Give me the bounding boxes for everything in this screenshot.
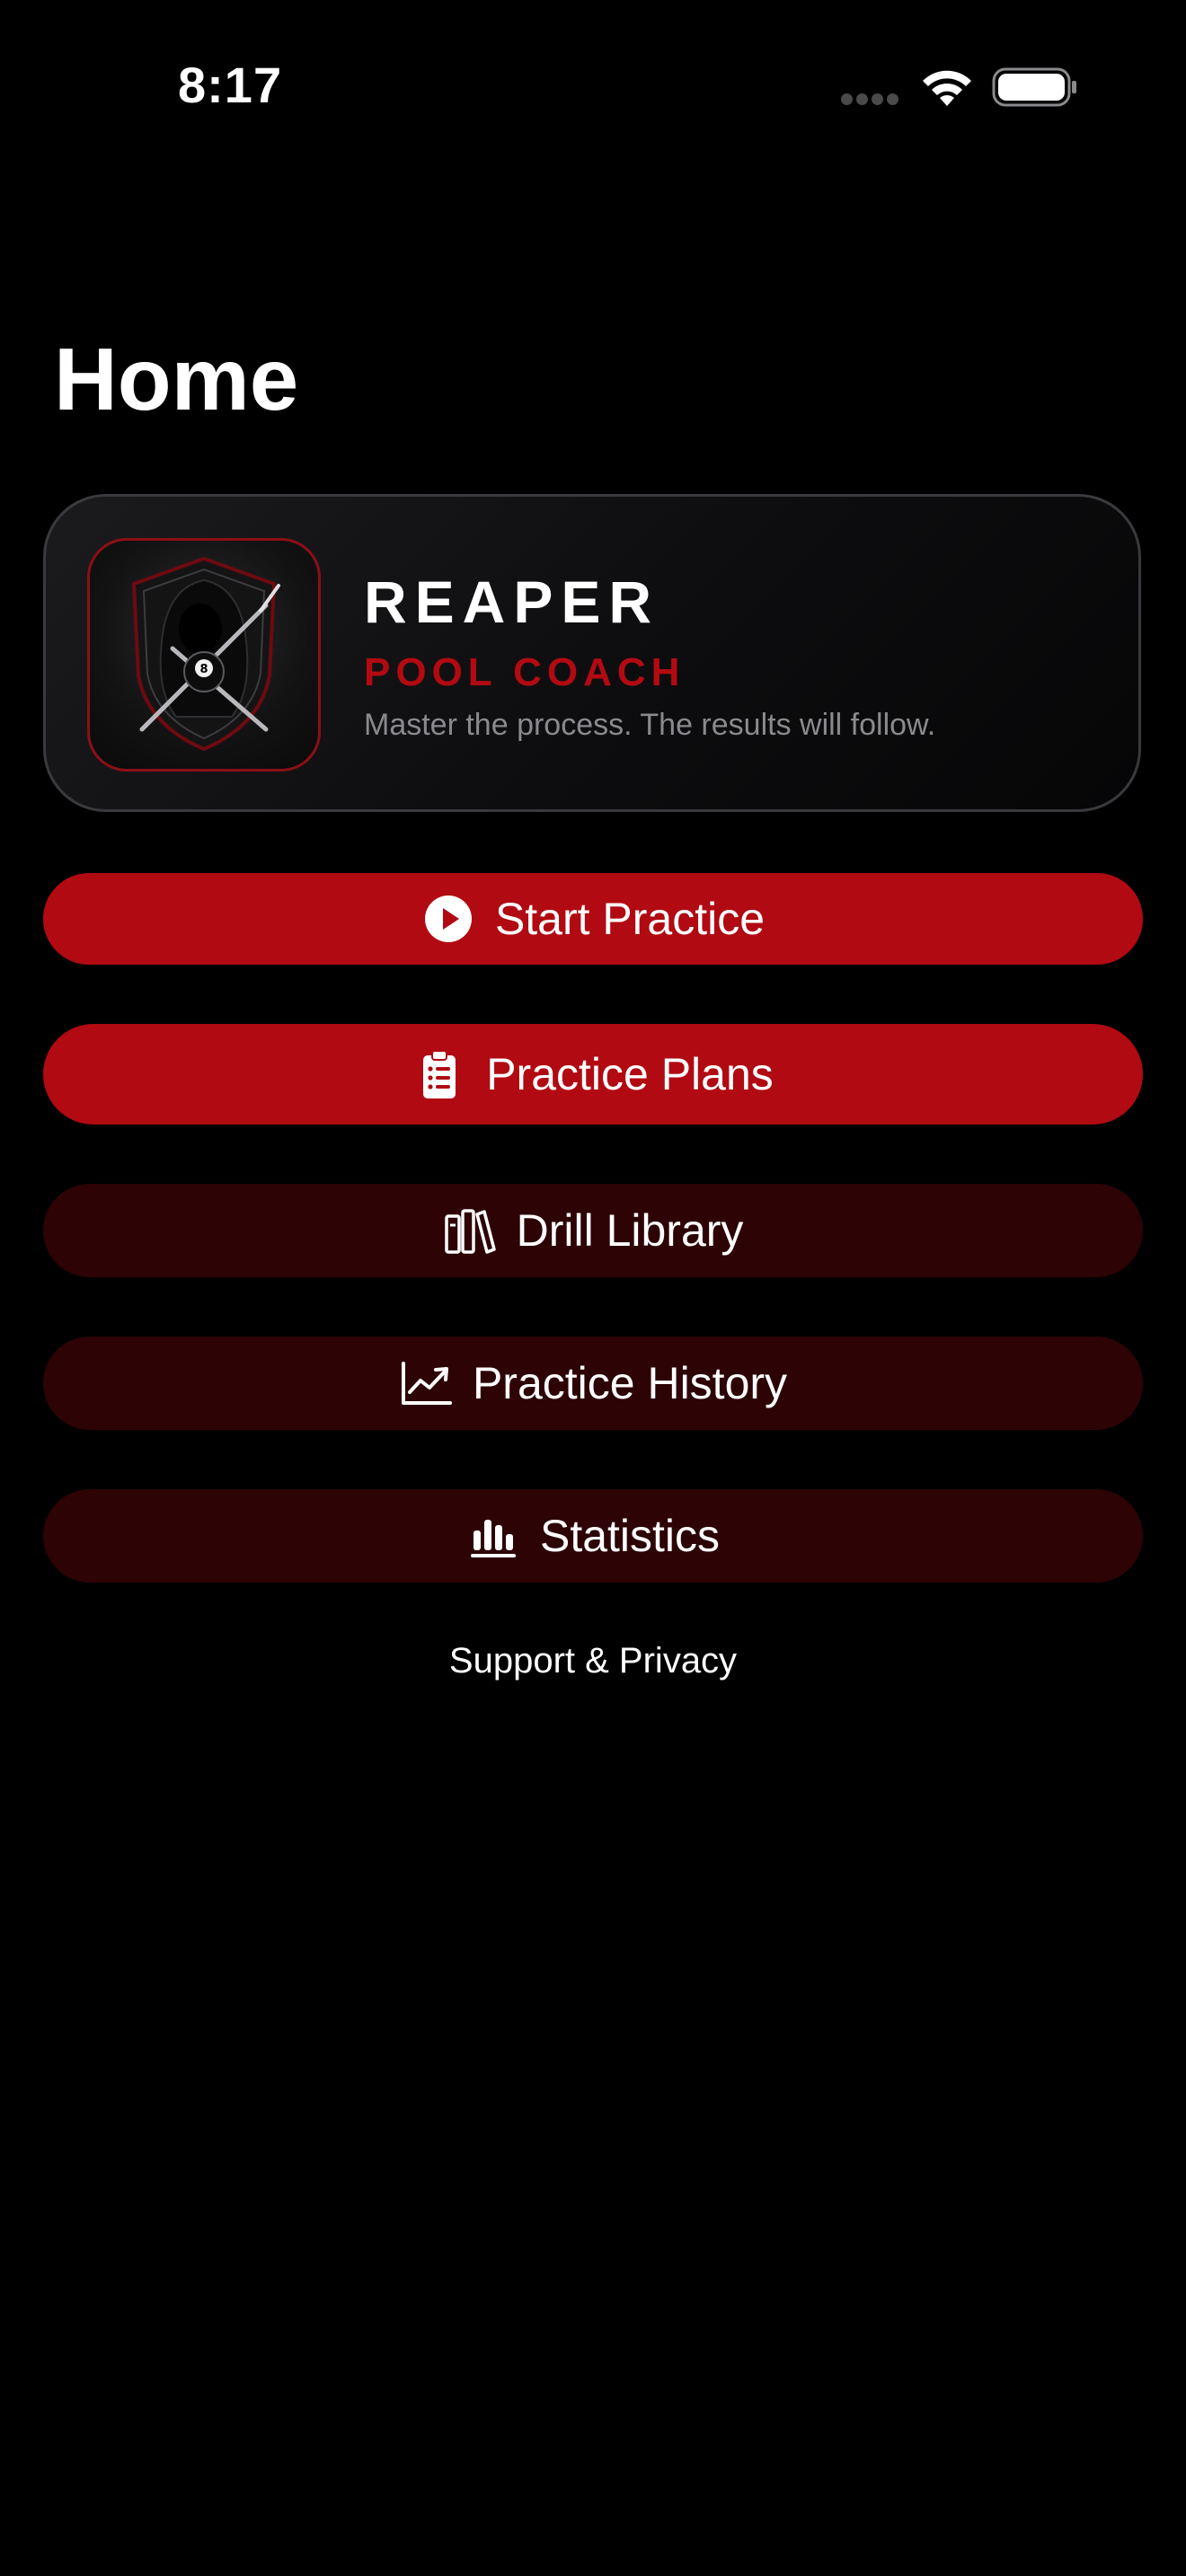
practice-plans-button[interactable]: Practice Plans [43, 1024, 1143, 1125]
play-circle-icon [421, 892, 475, 946]
brand-subtitle: POOL COACH [364, 650, 686, 694]
practice-history-label: Practice History [472, 1358, 788, 1408]
start-practice-button[interactable]: Start Practice [43, 873, 1143, 965]
hero-card: 8 REAPER POOL COACH Master the process. … [43, 494, 1141, 812]
brand-name: REAPER [364, 569, 660, 635]
trend-chart-icon [399, 1356, 453, 1410]
support-privacy-link[interactable]: Support & Privacy [0, 1638, 1186, 1683]
clipboard-list-icon [412, 1047, 466, 1101]
bar-chart-icon [466, 1509, 520, 1563]
practice-history-button[interactable]: Practice History [43, 1337, 1143, 1430]
status-bar: 8:17 [0, 0, 1186, 171]
wifi-icon [920, 66, 974, 108]
statistics-label: Statistics [539, 1511, 721, 1561]
books-icon [443, 1204, 497, 1257]
practice-plans-label: Practice Plans [486, 1049, 774, 1099]
brand-tagline: Master the process. The results will fol… [364, 708, 936, 742]
reaper-logo-icon: 8 [131, 556, 280, 752]
drill-library-label: Drill Library [516, 1205, 744, 1256]
svg-text:8: 8 [199, 663, 208, 676]
page-title: Home [54, 330, 299, 428]
cellular-signal-icon [841, 93, 900, 106]
battery-full-icon [992, 66, 1078, 108]
start-practice-label: Start Practice [494, 894, 766, 944]
drill-library-button[interactable]: Drill Library [43, 1184, 1143, 1277]
app-logo: 8 [87, 538, 321, 772]
statistics-button[interactable]: Statistics [43, 1489, 1143, 1583]
status-time: 8:17 [178, 57, 283, 113]
